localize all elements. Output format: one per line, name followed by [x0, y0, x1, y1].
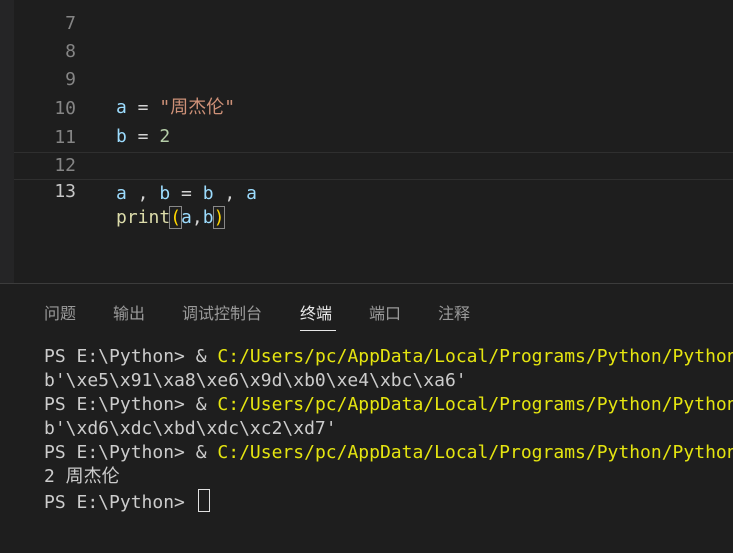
terminal-prompt: PS E:\Python> — [44, 492, 196, 513]
code-line-8[interactable]: 8 — [14, 10, 733, 62]
code-line-13-current[interactable]: 13 print(a,b) — [14, 152, 733, 229]
terminal-line: PS E:\Python> & C:/Users/pc/AppData/Loca… — [44, 345, 733, 369]
terminal-path: C:/Users/pc/AppData/Local/Programs/Pytho… — [217, 346, 733, 367]
tab-comments[interactable]: 注释 — [438, 300, 470, 324]
code-line-11[interactable]: 11 — [14, 96, 733, 148]
bracket-match: ) — [212, 206, 226, 229]
terminal-prompt: PS E:\Python> — [44, 442, 196, 463]
bracket-match: ( — [169, 206, 183, 229]
bottom-panel: 问题 输出 调试控制台 终端 端口 注释 PS E:\Python> & C:/… — [0, 283, 733, 553]
terminal-prompt: PS E:\Python> — [44, 394, 196, 415]
code-line-7: 7 — [14, 0, 733, 34]
code-text: a , b = b , a — [116, 180, 257, 208]
terminal-cursor — [197, 489, 210, 512]
terminal-amp: & — [195, 346, 218, 367]
variable-token: a — [116, 183, 127, 204]
terminal-output-line: b'\xe5\x91\xa8\xe6\x9d\xb0\xe4\xbc\xa6' — [44, 370, 467, 391]
variable-token: a — [181, 207, 192, 228]
terminal-path: C:/Users/pc/AppData/Local/Programs/Pytho… — [217, 394, 733, 415]
operator-token: , — [191, 207, 203, 228]
variable-token: b — [159, 183, 171, 204]
terminal-output-line: 2 周杰伦 — [44, 466, 120, 487]
operator-token: = — [170, 183, 203, 204]
active-tab-indicator — [300, 330, 336, 331]
code-line-9[interactable]: 9 a = "周杰伦" — [14, 38, 733, 118]
code-text: print(a,b) — [116, 205, 226, 231]
terminal-line: PS E:\Python> & C:/Users/pc/AppData/Loca… — [44, 441, 733, 465]
variable-token: b — [202, 183, 214, 204]
terminal-input-line[interactable]: PS E:\Python> — [44, 489, 733, 515]
tab-terminal[interactable]: 终端 — [300, 300, 332, 324]
terminal-amp: & — [195, 442, 218, 463]
terminal-output-line: b'\xd6\xdc\xbd\xdc\xc2\xd7' — [44, 418, 337, 439]
code-line-10[interactable]: 10 b = 2 — [14, 67, 733, 147]
variable-token: b — [202, 207, 214, 228]
code-editor[interactable]: 7 8 9 a = "周杰伦" 10 b = 2 11 12 a , b = b… — [0, 0, 733, 553]
tab-ports[interactable]: 端口 — [369, 300, 401, 324]
line-number: 13 — [54, 181, 76, 202]
code-line-12[interactable]: 12 a , b = b , a — [14, 124, 733, 204]
terminal-prompt: PS E:\Python> — [44, 346, 196, 367]
terminal-amp: & — [195, 394, 218, 415]
tab-debug-console[interactable]: 调试控制台 — [182, 300, 262, 324]
function-token: print — [116, 207, 171, 228]
operator-token: , — [126, 183, 160, 204]
tab-output[interactable]: 输出 — [113, 300, 145, 324]
variable-token: a — [246, 183, 257, 204]
terminal-line: PS E:\Python> & C:/Users/pc/AppData/Loca… — [44, 393, 733, 417]
tab-problems[interactable]: 问题 — [44, 300, 76, 324]
operator-token: , — [213, 183, 247, 204]
terminal-path: C:/Users/pc/AppData/Local/Programs/Pytho… — [217, 442, 733, 463]
